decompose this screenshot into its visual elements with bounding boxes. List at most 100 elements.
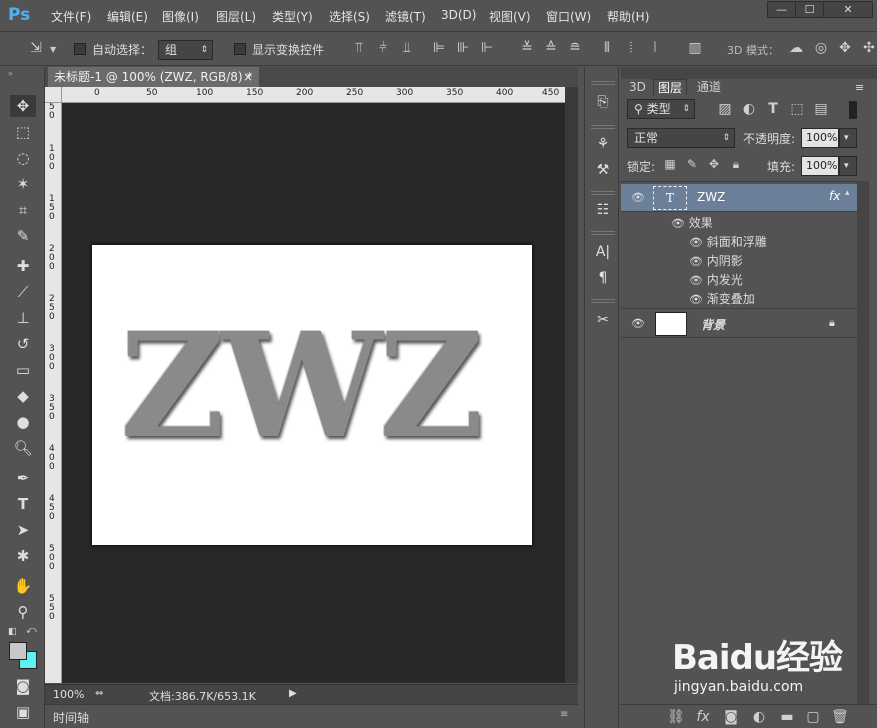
effects-header[interactable]: 👁︎ 效果 bbox=[671, 214, 713, 231]
move-tool-preset-icon[interactable]: ⇲ bbox=[24, 40, 48, 58]
tab-layers[interactable]: 图层 bbox=[653, 79, 688, 95]
zoom-level[interactable]: 100% bbox=[53, 688, 84, 701]
distribute-vcenter-icon[interactable]: ≙ bbox=[542, 40, 560, 56]
menu-image[interactable]: 图像(I) bbox=[162, 8, 199, 26]
menu-file[interactable]: 文件(F) bbox=[51, 8, 91, 26]
type-tool-icon[interactable]: T bbox=[10, 493, 36, 515]
filter-type-icon[interactable]: T bbox=[765, 101, 781, 117]
status-menu-arrow-icon[interactable]: ▶ bbox=[289, 688, 297, 699]
menu-select[interactable]: 选择(S) bbox=[329, 8, 370, 26]
roll-3d-icon[interactable]: ◎ bbox=[812, 40, 830, 56]
paint-bucket-tool-icon[interactable]: ◆ bbox=[10, 385, 36, 407]
opacity-dropdown-button[interactable]: ▾ bbox=[839, 128, 857, 148]
layer-name[interactable]: ZWZ bbox=[697, 190, 725, 204]
dock-grip[interactable] bbox=[591, 81, 615, 85]
eraser-tool-icon[interactable]: ▭ bbox=[10, 359, 36, 381]
effect-inner-shadow[interactable]: 👁︎ 内阴影 bbox=[689, 252, 743, 269]
screen-mode-icon[interactable]: ▣ bbox=[10, 701, 36, 723]
menu-view[interactable]: 视图(V) bbox=[489, 8, 531, 26]
menu-help[interactable]: 帮助(H) bbox=[607, 8, 649, 26]
lock-position-icon[interactable]: ✥ bbox=[707, 157, 721, 171]
visibility-eye-icon[interactable]: 👁︎ bbox=[671, 217, 685, 230]
panel-header[interactable] bbox=[621, 67, 877, 79]
collapse-effects-icon[interactable]: ▴ bbox=[845, 188, 850, 198]
blur-tool-icon[interactable]: ● bbox=[10, 411, 36, 433]
tab-3d[interactable]: 3D bbox=[625, 79, 650, 95]
auto-select-target-select[interactable]: 组 ⇕ bbox=[158, 40, 213, 60]
menu-edit[interactable]: 编辑(E) bbox=[107, 8, 148, 26]
effect-inner-glow[interactable]: 👁︎ 内发光 bbox=[689, 271, 743, 288]
vertical-scrollbar[interactable] bbox=[565, 87, 578, 683]
marquee-tool-icon[interactable]: ⬚ bbox=[10, 121, 36, 143]
dock-grip[interactable] bbox=[591, 231, 615, 235]
magic-wand-tool-icon[interactable]: ✶ bbox=[10, 173, 36, 195]
align-bottom-icon[interactable]: ⫫ bbox=[398, 40, 416, 56]
filter-shape-icon[interactable]: ⬚ bbox=[789, 101, 805, 117]
lock-pixels-icon[interactable]: ✎ bbox=[685, 157, 699, 171]
lasso-tool-icon[interactable]: ◌ bbox=[10, 147, 36, 169]
close-window-button[interactable]: ✕ bbox=[823, 1, 873, 18]
default-colors-icon[interactable]: ◧ bbox=[8, 627, 17, 637]
brush-tool-icon[interactable]: ⟋ bbox=[10, 281, 36, 303]
new-group-icon[interactable]: ▬ bbox=[779, 709, 795, 725]
layer-filter-select[interactable]: ⚲ 类型 ⇕ bbox=[627, 99, 695, 119]
brush-presets-icon[interactable]: ⚘ bbox=[591, 133, 615, 155]
paragraph-panel-icon[interactable]: ¶ bbox=[591, 267, 615, 289]
layer-row-background[interactable]: 👁︎ 背景 🔒︎ bbox=[621, 308, 859, 338]
swap-colors-icon[interactable]: ⤺ bbox=[26, 625, 37, 636]
menu-window[interactable]: 窗口(W) bbox=[546, 8, 591, 26]
document-canvas[interactable]: ZWZ bbox=[92, 245, 532, 545]
auto-align-icon[interactable]: ▥ bbox=[686, 40, 704, 56]
delete-layer-icon[interactable]: 🗑︎ bbox=[831, 709, 849, 725]
quick-mask-icon[interactable]: ◙ bbox=[10, 675, 36, 697]
properties-icon[interactable]: ☷ bbox=[591, 199, 615, 221]
eyedropper-tool-icon[interactable]: ✎ bbox=[10, 225, 36, 247]
show-transform-checkbox[interactable] bbox=[234, 43, 246, 55]
distribute-hcenter-icon[interactable]: ⦙ bbox=[622, 40, 640, 56]
maximize-button[interactable]: ☐ bbox=[795, 1, 824, 18]
link-layers-icon[interactable]: ⛓ bbox=[667, 709, 685, 725]
tab-channels[interactable]: 通道 bbox=[693, 79, 725, 95]
add-mask-icon[interactable]: ◙ bbox=[723, 709, 739, 725]
visibility-eye-icon[interactable]: 👁︎ bbox=[689, 236, 703, 249]
custom-shape-tool-icon[interactable]: ✱ bbox=[10, 545, 36, 567]
visibility-eye-icon[interactable]: 👁︎ bbox=[689, 255, 703, 268]
orbit-3d-icon[interactable]: ☁ bbox=[787, 40, 805, 56]
close-tab-icon[interactable]: × bbox=[243, 67, 253, 87]
effect-gradient-overlay[interactable]: 👁︎ 渐变叠加 bbox=[689, 290, 755, 307]
filter-pixel-icon[interactable]: ▨ bbox=[717, 101, 733, 117]
filter-adjustment-icon[interactable]: ◐ bbox=[741, 101, 757, 117]
slide-3d-icon[interactable]: ✣ bbox=[860, 40, 877, 56]
add-layer-style-icon[interactable]: fx bbox=[695, 709, 711, 725]
fill-input[interactable]: 100% bbox=[801, 156, 839, 176]
align-vcenter-icon[interactable]: ⫩ bbox=[374, 40, 392, 56]
vertical-ruler[interactable]: 5 0 1 0 0 1 5 0 2 0 0 2 5 0 3 0 0 3 5 0 … bbox=[45, 103, 62, 683]
dock-grip[interactable] bbox=[591, 299, 615, 303]
menu-type[interactable]: 类型(Y) bbox=[272, 8, 313, 26]
filter-smart-object-icon[interactable]: ▤ bbox=[813, 101, 829, 117]
auto-select-checkbox[interactable] bbox=[74, 43, 86, 55]
align-hcenter-icon[interactable]: ⊪ bbox=[454, 40, 472, 56]
fill-dropdown-button[interactable]: ▾ bbox=[839, 156, 857, 176]
dodge-tool-icon[interactable]: 🔍︎ bbox=[10, 437, 36, 459]
collapse-icon[interactable]: » bbox=[8, 69, 13, 78]
path-selection-tool-icon[interactable]: ➤ bbox=[10, 519, 36, 541]
blend-mode-select[interactable]: 正常 ⇕ bbox=[627, 128, 735, 148]
dock-grip[interactable] bbox=[591, 191, 615, 195]
tool-presets-icon[interactable]: ✂ bbox=[591, 309, 615, 331]
clone-source-icon[interactable]: ⚒ bbox=[591, 159, 615, 181]
layer-row-zwz[interactable]: 👁︎ T ZWZ fx ▴ bbox=[621, 184, 859, 212]
visibility-eye-icon[interactable]: 👁︎ bbox=[689, 274, 703, 287]
zoom-tool-icon[interactable]: ⚲ bbox=[10, 601, 36, 623]
timeline-tab[interactable]: 时间轴 bbox=[53, 709, 89, 726]
lock-transparent-icon[interactable]: ▦ bbox=[663, 157, 677, 171]
menu-filter[interactable]: 滤镜(T) bbox=[385, 8, 426, 26]
foreground-color-swatch[interactable] bbox=[9, 642, 27, 660]
pan-3d-icon[interactable]: ✥ bbox=[836, 40, 854, 56]
panel-menu-icon[interactable]: ≡ bbox=[560, 709, 568, 720]
pen-tool-icon[interactable]: ✒ bbox=[10, 467, 36, 489]
panel-menu-icon[interactable]: ≡ bbox=[855, 81, 864, 94]
layer-effects-fx-icon[interactable]: fx bbox=[829, 189, 840, 203]
dock-grip[interactable] bbox=[591, 125, 615, 129]
character-panel-icon[interactable]: A| bbox=[591, 241, 615, 263]
